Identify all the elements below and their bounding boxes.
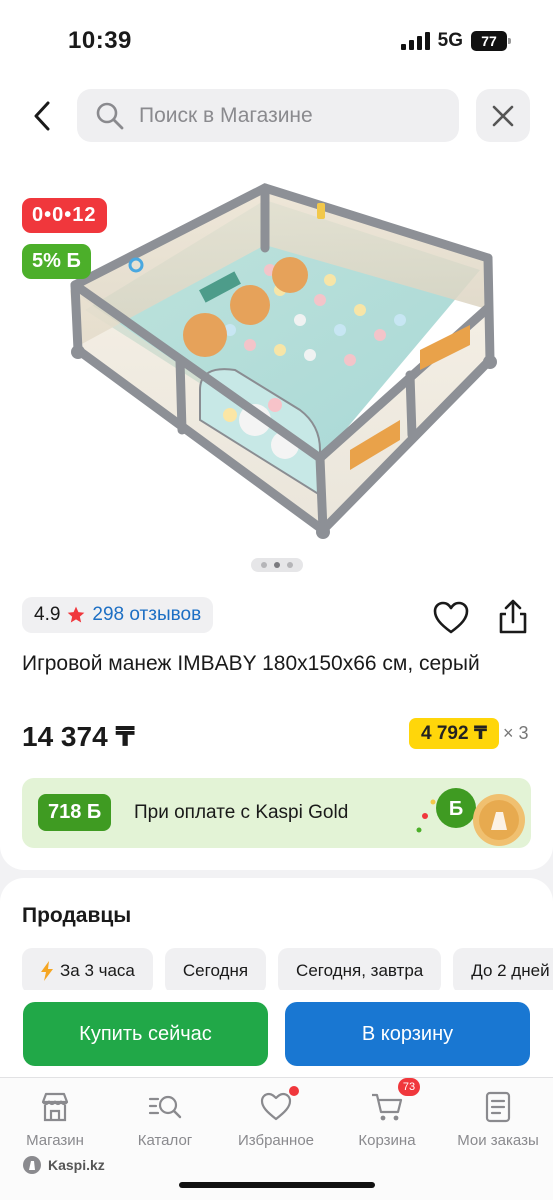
chip-label: Сегодня, завтра bbox=[296, 961, 424, 980]
tab-favorites[interactable]: Избранное bbox=[221, 1086, 331, 1149]
chip-label: Сегодня bbox=[182, 961, 249, 980]
cart-icon bbox=[372, 1093, 403, 1121]
product-card: 0•0•12 5% Б 4.9 298 отзывов Игровой мане… bbox=[0, 160, 553, 870]
battery-icon: 77 bbox=[471, 31, 511, 51]
search-input[interactable]: Поиск в Магазине bbox=[77, 89, 459, 142]
page-dot-active bbox=[274, 562, 280, 568]
page-dot bbox=[287, 562, 293, 568]
search-placeholder: Поиск в Магазине bbox=[139, 103, 313, 127]
signal-icon bbox=[400, 32, 430, 50]
heart-icon bbox=[433, 601, 469, 634]
delivery-filter-chips: За 3 часа Сегодня Сегодня, завтра До 2 д… bbox=[22, 948, 553, 994]
kaspi-gold-banner[interactable]: 718 Б При оплате с Kaspi Gold Б bbox=[22, 778, 531, 848]
tab-orders[interactable]: Мои заказы bbox=[443, 1090, 553, 1149]
chip-label: До 2 дней bbox=[471, 961, 550, 980]
favorite-button[interactable] bbox=[432, 600, 470, 636]
product-title: Игровой манеж IMBABY 180x150x66 см, серы… bbox=[22, 652, 480, 675]
share-icon bbox=[499, 599, 527, 634]
tab-label: Каталог bbox=[137, 1132, 193, 1149]
notification-dot bbox=[289, 1086, 299, 1096]
chip-2-days[interactable]: До 2 дней bbox=[453, 948, 553, 994]
installment-price: 4 792 ₸ bbox=[409, 718, 500, 749]
chip-today[interactable]: Сегодня bbox=[164, 948, 267, 994]
tab-cart[interactable]: 73 Корзина bbox=[332, 1078, 442, 1149]
star-icon bbox=[68, 606, 85, 623]
image-pagination[interactable] bbox=[251, 558, 303, 572]
close-search-button[interactable] bbox=[476, 89, 530, 142]
shop-icon bbox=[41, 1092, 69, 1122]
kaspi-gold-text: При оплате с Kaspi Gold bbox=[134, 802, 349, 823]
timer-badge: 0•0•12 bbox=[22, 198, 107, 233]
bonus-coins-icon: Б bbox=[416, 788, 525, 846]
add-to-cart-button[interactable]: В корзину bbox=[285, 1002, 530, 1066]
status-indicators: 5G 77 bbox=[400, 30, 511, 52]
chip-3-hours[interactable]: За 3 часа bbox=[22, 948, 153, 994]
installment-offer[interactable]: 4 792 ₸ × 3 bbox=[409, 718, 529, 749]
installment-multiplier: × 3 bbox=[503, 723, 529, 743]
network-type: 5G bbox=[437, 30, 463, 51]
status-time: 10:39 bbox=[68, 27, 132, 54]
rating-value: 4.9 bbox=[34, 604, 61, 625]
reviews-link[interactable]: 298 отзывов bbox=[92, 604, 201, 626]
home-indicator bbox=[179, 1182, 375, 1188]
tab-label: Мои заказы bbox=[457, 1132, 539, 1149]
orders-icon bbox=[485, 1091, 511, 1123]
kaspi-logo-icon bbox=[23, 1156, 41, 1174]
share-button[interactable] bbox=[496, 598, 530, 636]
chip-today-tomorrow[interactable]: Сегодня, завтра bbox=[278, 948, 442, 994]
close-icon bbox=[492, 105, 514, 126]
search-icon bbox=[96, 102, 124, 129]
back-button[interactable] bbox=[22, 94, 62, 138]
sellers-heading: Продавцы bbox=[22, 904, 132, 927]
lightning-icon bbox=[41, 961, 53, 981]
chevron-left-icon bbox=[34, 101, 50, 131]
svg-text:Б: Б bbox=[449, 798, 463, 820]
action-bar: Купить сейчас В корзину bbox=[0, 990, 553, 1076]
product-price: 14 374 ₸ bbox=[22, 721, 135, 752]
page-dot bbox=[261, 562, 267, 568]
tab-label: Корзина bbox=[358, 1132, 416, 1149]
kaspi-watermark: Kaspi.kz bbox=[22, 1155, 105, 1175]
catalog-search-icon bbox=[148, 1095, 182, 1119]
tab-catalog[interactable]: Каталог bbox=[110, 1090, 220, 1149]
rating-pill[interactable]: 4.9 298 отзывов bbox=[22, 597, 214, 633]
bonus-badge: 5% Б bbox=[22, 244, 91, 279]
watermark-text: Kaspi.kz bbox=[48, 1157, 105, 1173]
tab-shop[interactable]: Магазин bbox=[0, 1090, 110, 1149]
chip-label: За 3 часа bbox=[60, 961, 135, 980]
status-bar: 10:39 5G 77 bbox=[0, 0, 553, 80]
tab-label: Магазин bbox=[26, 1132, 84, 1149]
heart-icon bbox=[260, 1092, 292, 1121]
buy-now-button[interactable]: Купить сейчас bbox=[23, 1002, 268, 1066]
battery-level: 77 bbox=[481, 33, 497, 49]
cart-badge: 73 bbox=[398, 1078, 420, 1096]
tab-label: Избранное bbox=[237, 1132, 315, 1149]
search-header: Поиск в Магазине bbox=[0, 80, 553, 160]
kaspi-gold-bonus: 718 Б bbox=[38, 794, 112, 831]
